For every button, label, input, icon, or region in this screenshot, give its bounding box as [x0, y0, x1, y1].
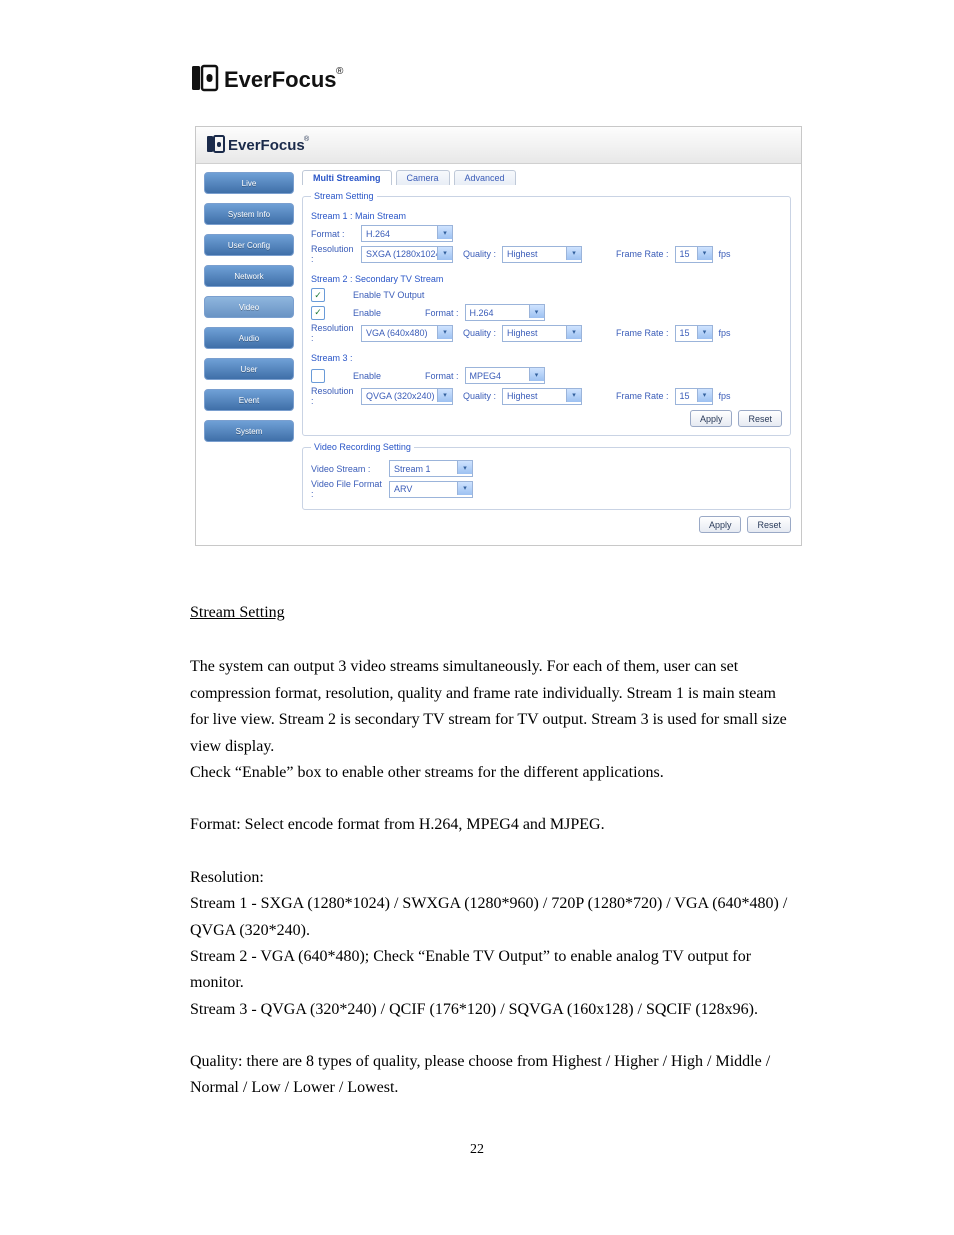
- sidebar-item-video[interactable]: Video: [204, 296, 294, 318]
- stream2-fr-select[interactable]: 15▾: [675, 325, 713, 342]
- stream1-fps-label: fps: [719, 249, 731, 259]
- sidebar-item-user[interactable]: User: [204, 358, 294, 380]
- stream1-title: Stream 1 : Main Stream: [311, 211, 782, 221]
- stream2-enable-checkbox[interactable]: ✓: [311, 306, 325, 320]
- chevron-down-icon: ▾: [566, 389, 581, 402]
- main-panel: Multi Streaming Camera Advanced Stream S…: [302, 164, 801, 545]
- stream3-enable-label: Enable: [353, 371, 419, 381]
- chevron-down-icon: ▾: [697, 326, 712, 339]
- stream2-enable-label: Enable: [353, 308, 419, 318]
- doc-paragraph: Check “Enable” box to enable other strea…: [190, 764, 664, 781]
- stream-setting-legend: Stream Setting: [311, 191, 377, 201]
- sidebar: Live System Info User Config Network Vid…: [196, 164, 302, 545]
- stream3-format-label: Format :: [425, 371, 459, 381]
- chevron-down-icon: ▾: [457, 482, 472, 495]
- chevron-down-icon: ▾: [566, 326, 581, 339]
- video-recording-legend: Video Recording Setting: [311, 442, 414, 452]
- stream3-fr-label: Frame Rate :: [616, 391, 669, 401]
- rec-apply-button[interactable]: Apply: [699, 516, 742, 533]
- chevron-down-icon: ▾: [437, 247, 452, 260]
- svg-text:EverFocus: EverFocus: [224, 67, 337, 92]
- sidebar-item-system[interactable]: System: [204, 420, 294, 442]
- stream-reset-button[interactable]: Reset: [738, 410, 782, 427]
- stream3-format-select[interactable]: MPEG4▾: [465, 367, 545, 384]
- chevron-down-icon: ▾: [457, 461, 472, 474]
- stream2-res-label: Resolution :: [311, 323, 355, 343]
- stream2-tv-label: Enable TV Output: [353, 290, 424, 300]
- shot-header-logo: EverFocus ®: [196, 127, 801, 164]
- stream1-qual-select[interactable]: Highest▾: [502, 246, 582, 263]
- stream2-format-label: Format :: [425, 308, 459, 318]
- stream2-fps-label: fps: [719, 328, 731, 338]
- chevron-down-icon: ▾: [529, 305, 544, 318]
- stream3-enable-checkbox[interactable]: [311, 369, 325, 383]
- doc-paragraph: Stream 1 - SXGA (1280*1024) / SWXGA (128…: [190, 895, 787, 938]
- doc-paragraph: Quality: there are 8 types of quality, p…: [190, 1049, 790, 1102]
- chevron-down-icon: ▾: [437, 326, 452, 339]
- tab-advanced[interactable]: Advanced: [454, 170, 516, 185]
- stream2-fr-label: Frame Rate :: [616, 328, 669, 338]
- sidebar-item-event[interactable]: Event: [204, 389, 294, 411]
- page-number: 22: [0, 1142, 954, 1158]
- chevron-down-icon: ▾: [529, 368, 544, 381]
- svg-text:®: ®: [304, 135, 310, 143]
- svg-text:EverFocus: EverFocus: [228, 137, 305, 154]
- doc-paragraph: Stream 3 - QVGA (320*240) / QCIF (176*12…: [190, 1001, 758, 1018]
- stream3-title: Stream 3 :: [311, 353, 782, 363]
- stream3-fr-select[interactable]: 15▾: [675, 388, 713, 405]
- stream1-format-label: Format :: [311, 229, 355, 239]
- stream3-fps-label: fps: [719, 391, 731, 401]
- stream2-tv-checkbox[interactable]: ✓: [311, 288, 325, 302]
- rec-file-select[interactable]: ARV▾: [389, 481, 473, 498]
- settings-screenshot: EverFocus ® Live System Info User Config…: [195, 126, 802, 546]
- stream1-res-select[interactable]: SXGA (1280x1024)▾: [361, 246, 453, 263]
- chevron-down-icon: ▾: [437, 226, 452, 239]
- stream3-res-select[interactable]: QVGA (320x240)▾: [361, 388, 453, 405]
- doc-paragraph: Resolution:: [190, 869, 264, 886]
- doc-paragraph: Stream 2 - VGA (640*480); Check “Enable …: [190, 948, 751, 991]
- doc-paragraph: Format: Select encode format from H.264,…: [190, 812, 790, 838]
- tab-row: Multi Streaming Camera Advanced: [302, 170, 791, 185]
- doc-paragraph: The system can output 3 video streams si…: [190, 658, 787, 754]
- chevron-down-icon: ▾: [437, 389, 452, 402]
- document-body: Stream Setting The system can output 3 v…: [190, 600, 790, 1102]
- svg-text:®: ®: [336, 66, 344, 77]
- section-heading: Stream Setting: [190, 604, 285, 621]
- sidebar-item-network[interactable]: Network: [204, 265, 294, 287]
- chevron-down-icon: ▾: [697, 247, 712, 260]
- chevron-down-icon: ▾: [697, 389, 712, 402]
- sidebar-item-system-info[interactable]: System Info: [204, 203, 294, 225]
- stream3-qual-label: Quality :: [463, 391, 496, 401]
- stream2-format-select[interactable]: H.264▾: [465, 304, 545, 321]
- tab-camera[interactable]: Camera: [396, 170, 450, 185]
- stream1-fr-label: Frame Rate :: [616, 249, 669, 259]
- stream1-qual-label: Quality :: [463, 249, 496, 259]
- stream2-qual-label: Quality :: [463, 328, 496, 338]
- rec-reset-button[interactable]: Reset: [747, 516, 791, 533]
- rec-stream-label: Video Stream :: [311, 464, 383, 474]
- stream3-res-label: Resolution :: [311, 386, 355, 406]
- brand-logo: EverFocus ®: [190, 60, 954, 96]
- rec-stream-select[interactable]: Stream 1▾: [389, 460, 473, 477]
- stream2-qual-select[interactable]: Highest▾: [502, 325, 582, 342]
- tab-multi-streaming[interactable]: Multi Streaming: [302, 170, 392, 185]
- stream1-fr-select[interactable]: 15▾: [675, 246, 713, 263]
- rec-file-label: Video File Format :: [311, 479, 383, 499]
- stream-apply-button[interactable]: Apply: [690, 410, 733, 427]
- chevron-down-icon: ▾: [566, 247, 581, 260]
- sidebar-item-audio[interactable]: Audio: [204, 327, 294, 349]
- stream2-res-select[interactable]: VGA (640x480)▾: [361, 325, 453, 342]
- video-recording-fieldset: Video Recording Setting Video Stream : S…: [302, 442, 791, 510]
- sidebar-item-live[interactable]: Live: [204, 172, 294, 194]
- stream1-res-label: Resolution :: [311, 244, 355, 264]
- stream1-format-select[interactable]: H.264▾: [361, 225, 453, 242]
- stream2-title: Stream 2 : Secondary TV Stream: [311, 274, 782, 284]
- stream3-qual-select[interactable]: Highest▾: [502, 388, 582, 405]
- sidebar-item-user-config[interactable]: User Config: [204, 234, 294, 256]
- stream-setting-fieldset: Stream Setting Stream 1 : Main Stream Fo…: [302, 191, 791, 436]
